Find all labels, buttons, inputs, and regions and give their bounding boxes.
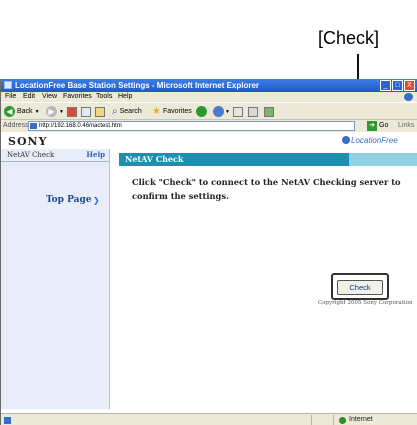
zone-label: Internet <box>349 416 373 423</box>
windows-logo-icon <box>404 93 413 101</box>
forward-arrow-icon: ▶ <box>46 106 57 117</box>
print-button[interactable] <box>248 105 258 118</box>
window-title: LocationFree Base Station Settings - Mic… <box>15 81 260 90</box>
back-dropdown-icon: ▼ <box>34 108 40 115</box>
minimize-button[interactable]: _ <box>380 80 391 91</box>
title-bar: LocationFree Base Station Settings - Mic… <box>1 79 417 92</box>
back-button[interactable]: ◀ Back ▼ <box>4 105 40 118</box>
locationfree-icon <box>342 136 350 144</box>
back-label: Back <box>17 108 33 115</box>
home-button[interactable] <box>95 105 105 118</box>
address-url: http://192.168.0.46/nactest.htm <box>39 123 122 129</box>
search-label: Search <box>119 108 142 115</box>
sidebar: NetAV Check Help Top Page ❯ <box>1 149 110 409</box>
refresh-icon <box>81 106 91 117</box>
print-icon <box>248 106 258 117</box>
home-icon <box>95 106 105 117</box>
page-title: NetAV Check <box>119 153 349 166</box>
stop-icon <box>67 106 77 117</box>
menu-file[interactable]: File <box>5 92 16 102</box>
menu-tools[interactable]: Tools <box>96 92 112 102</box>
sidebar-header: NetAV Check Help <box>1 149 109 162</box>
favorites-label: Favorites <box>162 108 192 115</box>
sidebar-title: NetAV Check <box>7 151 55 159</box>
forward-dropdown-icon: ▼ <box>59 108 64 115</box>
internet-zone-icon <box>339 417 346 424</box>
messenger-icon <box>264 106 274 117</box>
help-link[interactable]: Help <box>86 149 105 161</box>
go-button[interactable]: Go <box>379 120 388 132</box>
address-label: Address <box>3 122 29 129</box>
menu-view[interactable]: View <box>42 92 57 102</box>
menu-bar: File Edit View Favorites Tools Help <box>1 92 417 102</box>
locationfree-brand: LocationFree <box>351 136 398 145</box>
main-content: NetAV Check Click "Check" to connect to … <box>110 149 417 409</box>
status-divider <box>333 415 334 425</box>
star-icon: ★ <box>152 106 161 117</box>
copyright-text: Copyright 2005 Sony Corporation <box>318 300 413 306</box>
menu-edit[interactable]: Edit <box>23 92 35 102</box>
check-button[interactable]: Check <box>337 280 383 295</box>
search-icon: ⌕ <box>112 106 118 117</box>
refresh-button[interactable] <box>81 105 91 118</box>
window-controls: _ □ X <box>380 80 415 91</box>
forward-button[interactable]: ▶ ▼ <box>46 105 64 118</box>
top-page-link[interactable]: Top Page <box>46 195 91 205</box>
address-bar: Address http://192.168.0.46/nactest.htm … <box>1 120 417 132</box>
history-icon <box>213 106 224 117</box>
messenger-button[interactable] <box>264 105 274 118</box>
check-callout-label: [Check] <box>318 28 380 48</box>
sony-logo: SONY <box>8 135 48 148</box>
history-dropdown-icon: ▼ <box>225 108 230 115</box>
mail-button[interactable] <box>233 105 243 118</box>
menu-favorites[interactable]: Favorites <box>63 92 92 102</box>
go-arrow-icon[interactable]: ➜ <box>367 121 377 131</box>
ie-app-icon <box>4 81 12 89</box>
toolbar: ◀ Back ▼ ▶ ▼ ⌕ Search ★ Favorites ▼ <box>1 102 417 120</box>
menu-help[interactable]: Help <box>118 92 132 102</box>
header-accent <box>349 153 417 166</box>
page-status-icon <box>4 417 11 424</box>
search-button[interactable]: ⌕ Search <box>112 105 142 118</box>
maximize-button[interactable]: □ <box>392 80 403 91</box>
media-button[interactable] <box>196 105 207 118</box>
back-arrow-icon: ◀ <box>4 106 15 117</box>
page-icon <box>30 123 37 129</box>
close-button[interactable]: X <box>404 80 415 91</box>
site-header: SONY LocationFree <box>1 132 417 150</box>
status-bar: Internet <box>1 413 417 425</box>
mail-icon <box>233 106 243 117</box>
instruction-text: Click "Check" to connect to the NetAV Ch… <box>132 177 401 201</box>
status-divider <box>311 415 312 425</box>
address-input[interactable]: http://192.168.0.46/nactest.htm <box>28 121 355 131</box>
favorites-button[interactable]: ★ Favorites <box>152 105 192 118</box>
media-icon <box>196 106 207 117</box>
chevron-right-icon: ❯ <box>93 196 100 205</box>
stop-button[interactable] <box>67 105 77 118</box>
history-button[interactable]: ▼ <box>213 105 230 118</box>
browser-window: LocationFree Base Station Settings - Mic… <box>0 79 417 425</box>
links-button[interactable]: Links <box>398 120 414 132</box>
